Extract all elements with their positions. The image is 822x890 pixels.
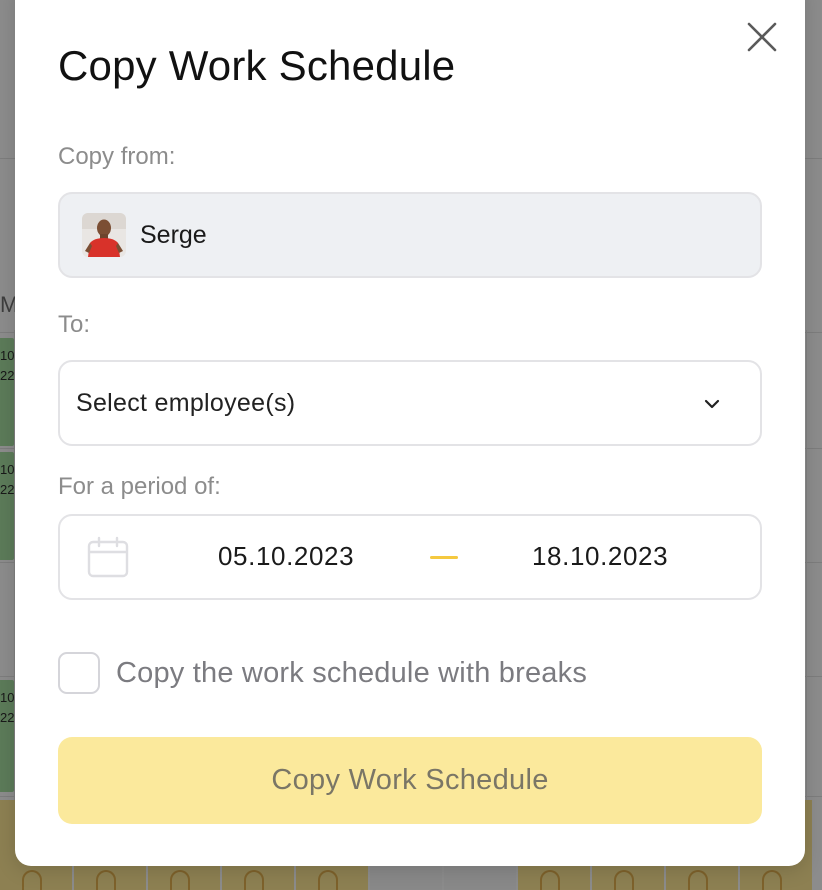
copy-with-breaks-label: Copy the work schedule with breaks [116,656,588,689]
copy-from-field: Serge [58,192,762,278]
employee-select-placeholder: Select employee(s) [76,388,296,417]
copy-schedule-dialog: Copy Work Schedule Copy from: Serge To: … [15,0,805,866]
date-range-separator [430,556,458,559]
copy-from-label: Copy from: [58,143,176,170]
dialog-title: Copy Work Schedule [58,42,456,89]
start-date[interactable]: 05.10.2023 [218,541,354,572]
close-icon [747,22,777,52]
avatar [82,213,126,257]
close-button[interactable] [744,19,780,55]
copy-schedule-button[interactable]: Copy Work Schedule [58,737,762,824]
copy-with-breaks-checkbox[interactable] [58,652,100,694]
employee-name: Serge [140,220,207,249]
end-date[interactable]: 18.10.2023 [532,541,668,572]
employee-select[interactable]: Select employee(s) [58,360,762,446]
chevron-down-icon [704,399,720,409]
period-label: For a period of: [58,473,221,500]
to-label: To: [58,311,91,338]
date-range-picker[interactable]: 05.10.2023 18.10.2023 [58,514,762,600]
calendar-icon [87,536,129,578]
copy-with-breaks-option[interactable]: Copy the work schedule with breaks [58,652,587,694]
